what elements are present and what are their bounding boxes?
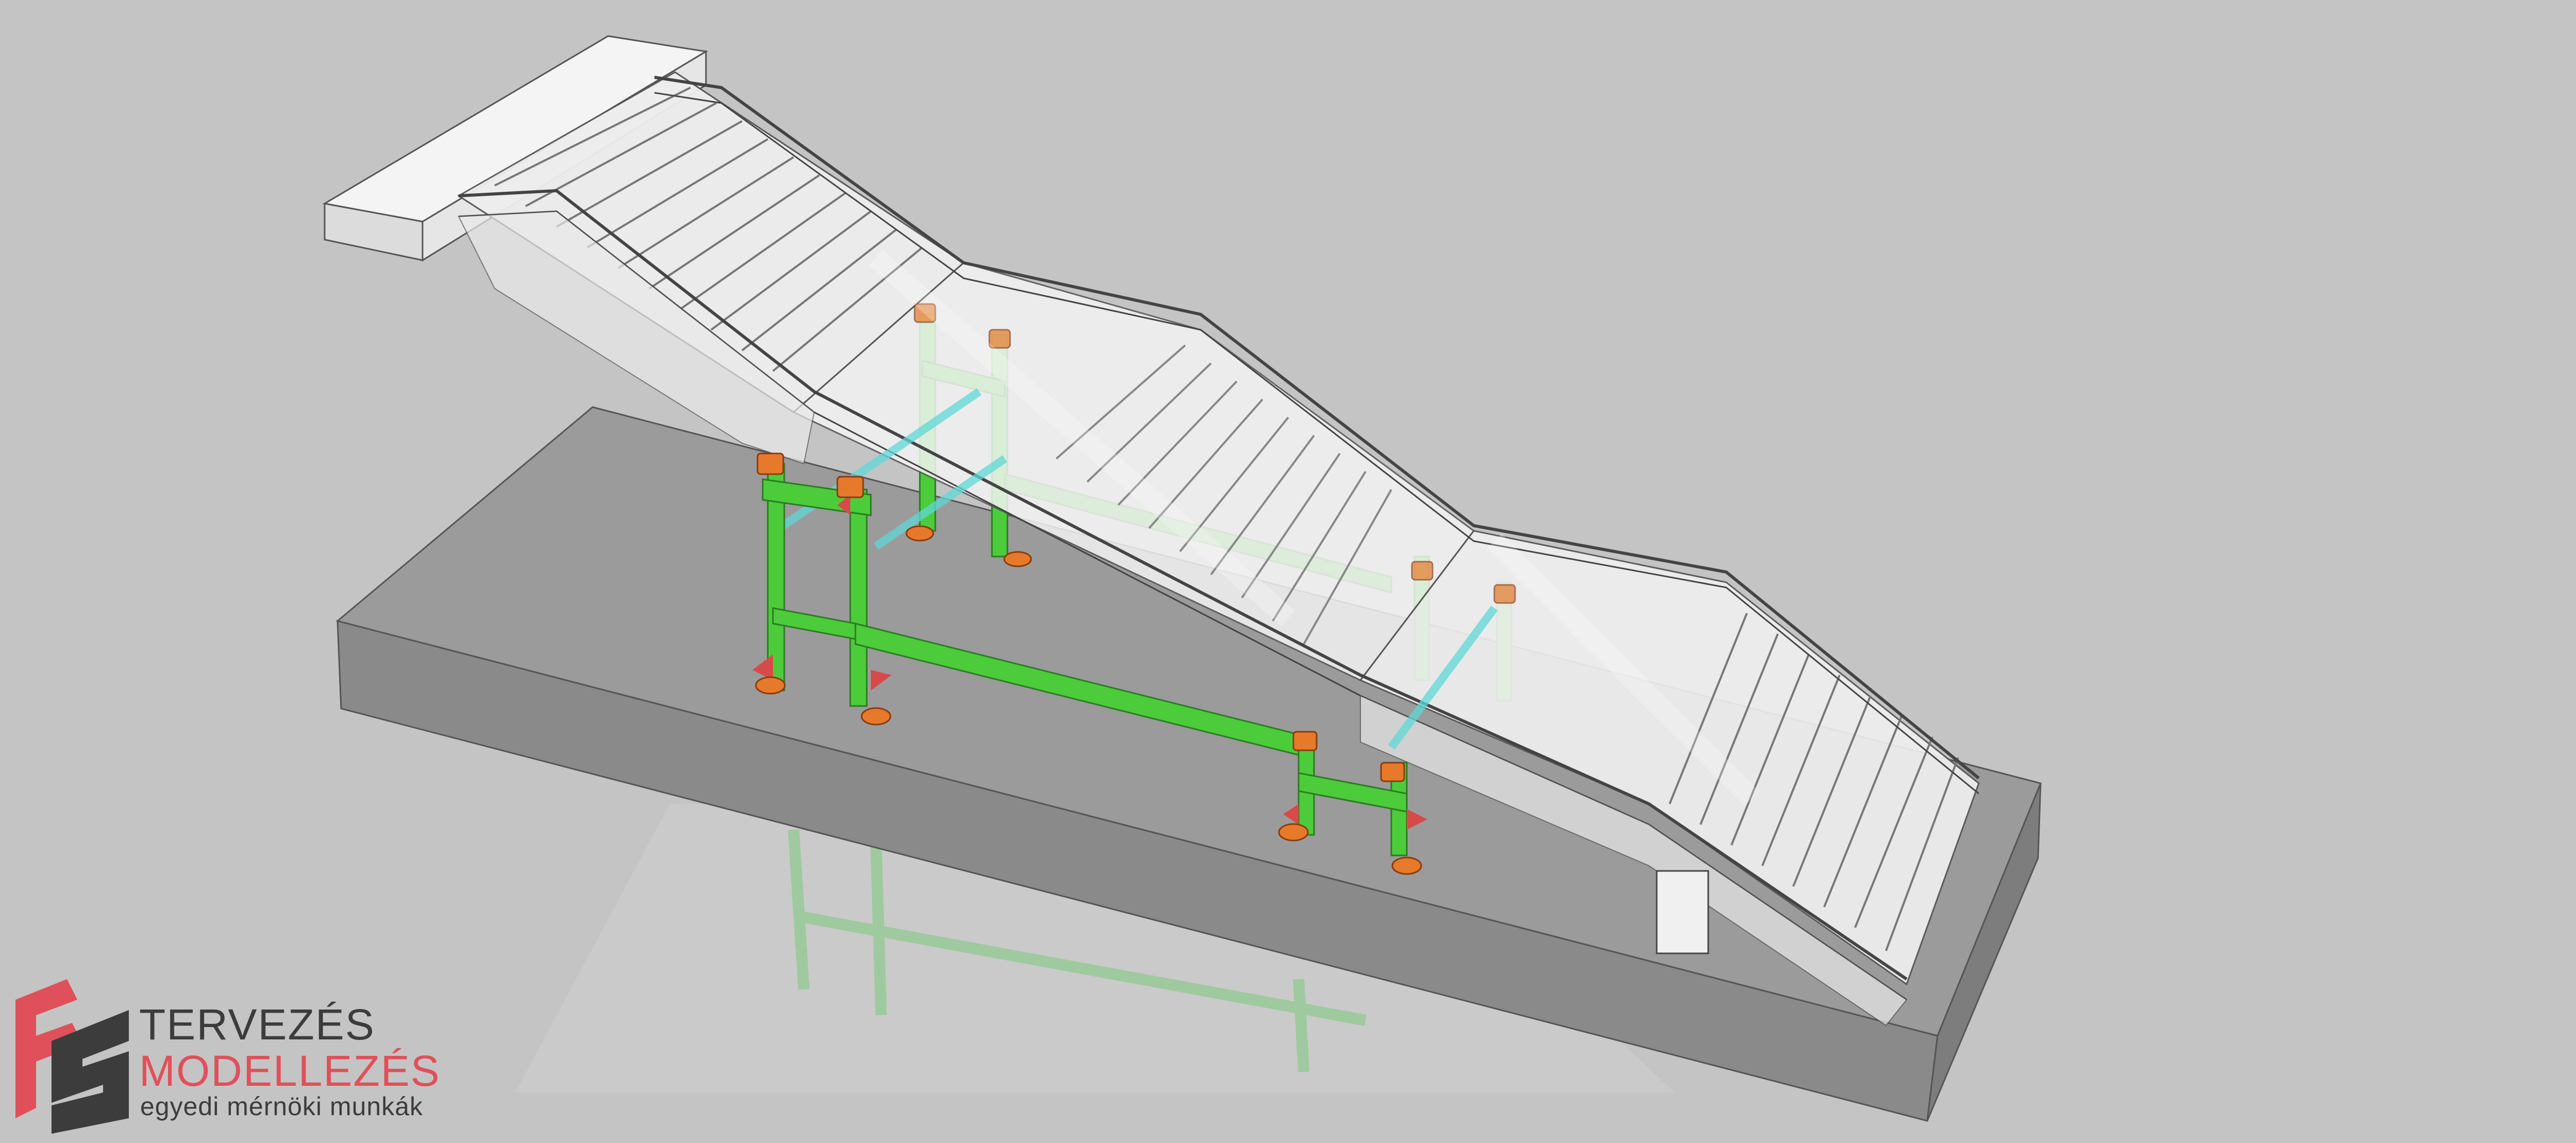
brand-name-line1: TERVEZÉS bbox=[139, 1000, 375, 1049]
brand-tagline: egyedi mérnöki munkák bbox=[140, 1092, 424, 1121]
3d-model-viewport bbox=[322, 35, 2042, 1122]
brand-name-line2: MODELLEZÉS bbox=[139, 1047, 441, 1095]
